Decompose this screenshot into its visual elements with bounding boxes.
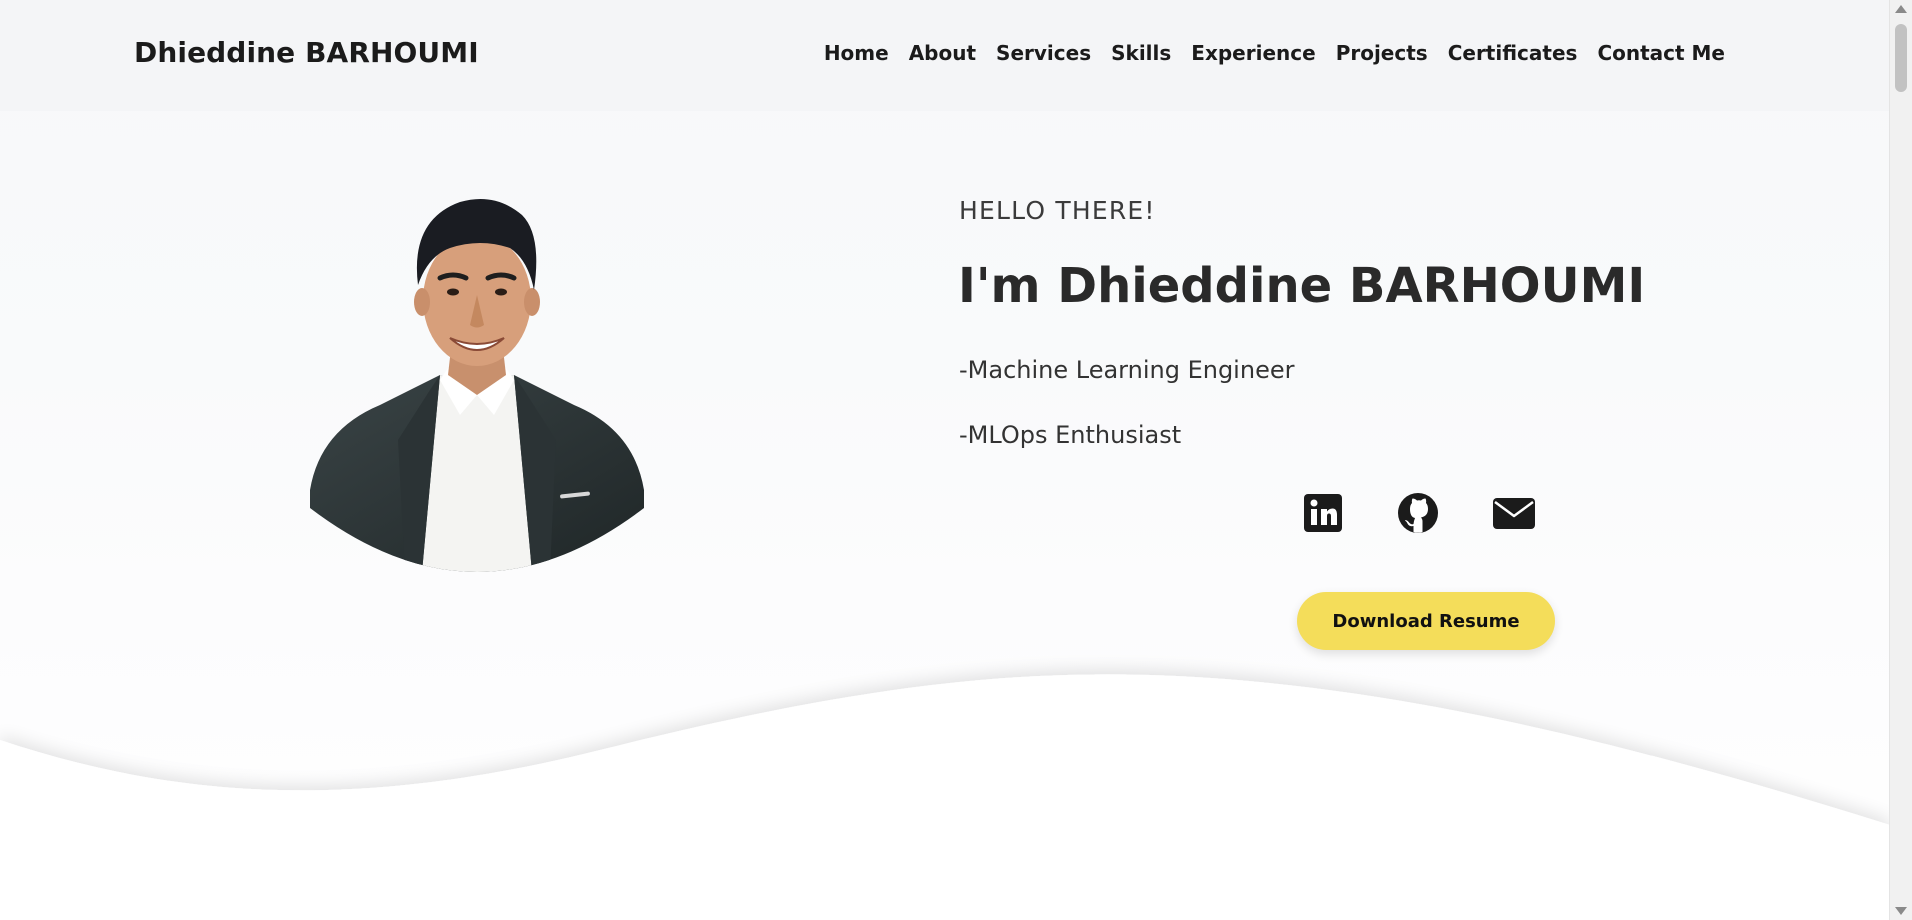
linkedin-icon[interactable] bbox=[1300, 490, 1346, 536]
github-icon[interactable] bbox=[1395, 490, 1441, 536]
nav-link-experience[interactable]: Experience bbox=[1191, 41, 1315, 65]
scroll-down-arrow-icon[interactable] bbox=[1895, 907, 1907, 915]
nav-link-certificates[interactable]: Certificates bbox=[1448, 41, 1578, 65]
nav-link-contact[interactable]: Contact Me bbox=[1597, 41, 1725, 65]
vertical-scrollbar[interactable] bbox=[1889, 0, 1912, 920]
role-text-mlops: -MLOps Enthusiast bbox=[959, 421, 1182, 449]
nav-link-about[interactable]: About bbox=[909, 41, 976, 65]
scroll-thumb[interactable] bbox=[1895, 24, 1907, 92]
nav-link-home[interactable]: Home bbox=[824, 41, 889, 65]
profile-photo bbox=[310, 190, 644, 572]
navbar: Dhieddine BARHOUMI Home About Services S… bbox=[0, 0, 1890, 111]
wave-divider bbox=[0, 640, 1890, 920]
page: Dhieddine BARHOUMI Home About Services S… bbox=[0, 0, 1912, 920]
nav-link-services[interactable]: Services bbox=[996, 41, 1091, 65]
scroll-up-arrow-icon[interactable] bbox=[1895, 5, 1907, 13]
brand-logo[interactable]: Dhieddine BARHOUMI bbox=[134, 36, 479, 69]
nav-link-projects[interactable]: Projects bbox=[1336, 41, 1428, 65]
nav-menu: Home About Services Skills Experience Pr… bbox=[824, 41, 1725, 65]
greeting-text: HELLO THERE! bbox=[959, 196, 1156, 225]
role-text-ml-engineer: -Machine Learning Engineer bbox=[959, 356, 1295, 384]
nav-link-skills[interactable]: Skills bbox=[1111, 41, 1171, 65]
email-icon[interactable] bbox=[1491, 490, 1537, 536]
hero-title: I'm Dhieddine BARHOUMI bbox=[958, 258, 1646, 314]
